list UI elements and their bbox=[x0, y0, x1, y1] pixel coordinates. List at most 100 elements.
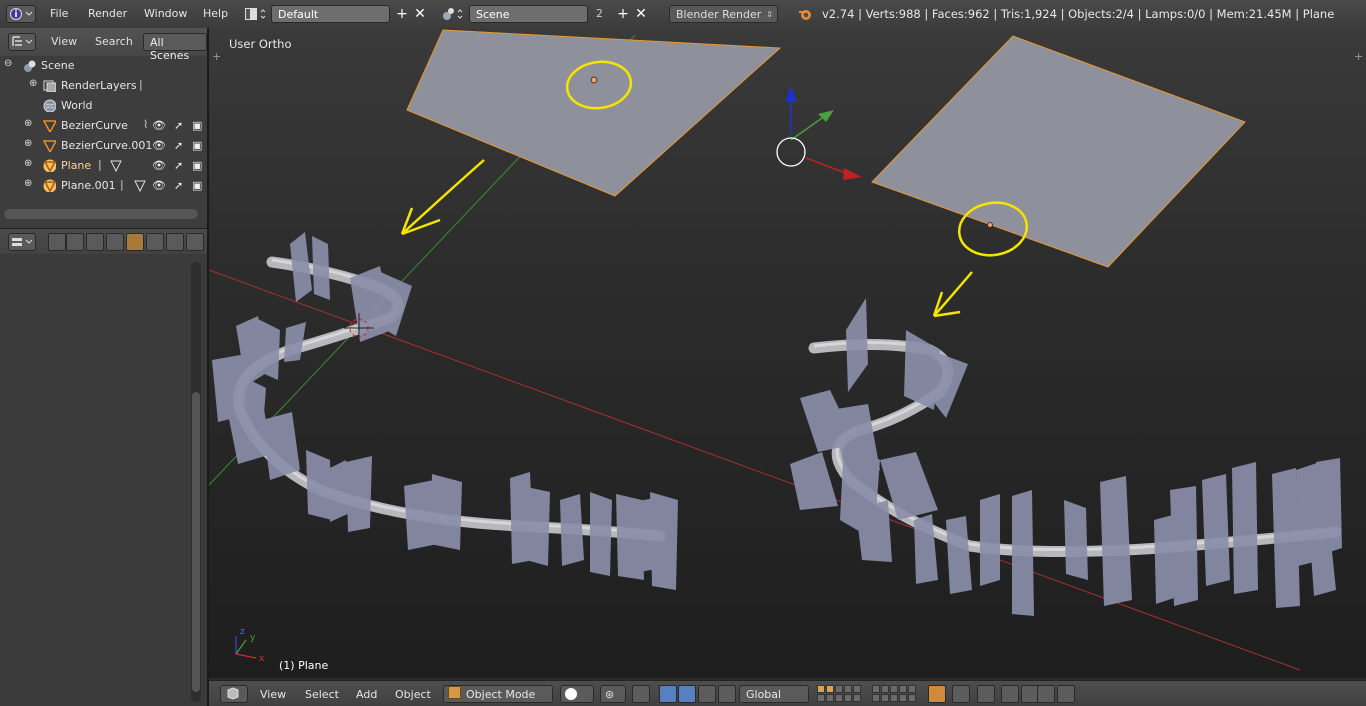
eye-icon[interactable]: 👁 bbox=[152, 139, 166, 152]
delete-screen-icon[interactable]: ✕ bbox=[411, 5, 429, 23]
render-camera-icon[interactable]: ▣ bbox=[192, 119, 202, 132]
viewport-shading-select[interactable] bbox=[560, 685, 594, 703]
outliner-item-plane[interactable]: ⊕ Plane | 👁 ➚ ▣ bbox=[0, 156, 208, 176]
menu-view[interactable]: View bbox=[260, 688, 286, 701]
layer-grid-a[interactable] bbox=[817, 685, 861, 702]
menu-render[interactable]: Render bbox=[88, 7, 127, 20]
manipulator-circle bbox=[776, 137, 806, 167]
layer-grid-b[interactable] bbox=[872, 685, 916, 702]
menu-file[interactable]: File bbox=[50, 7, 68, 20]
outliner-item-scene[interactable]: ⊖ Scene bbox=[0, 56, 208, 76]
cube-icon bbox=[227, 687, 239, 700]
outliner-editor-icon[interactable] bbox=[8, 33, 36, 51]
outliner-item-beziercurve[interactable]: ⊕ BezierCurve ⌇ 👁 ➚ ▣ bbox=[0, 116, 208, 136]
expand-icon[interactable]: ⊕ bbox=[29, 78, 37, 89]
plane-origin-point bbox=[590, 76, 598, 84]
translate-manipulator-icon[interactable] bbox=[659, 685, 677, 703]
move-arrow-icon[interactable] bbox=[678, 685, 696, 703]
expand-icon[interactable]: ⊕ bbox=[24, 118, 32, 129]
delete-scene-icon[interactable]: ✕ bbox=[632, 5, 650, 23]
object-tab-icon[interactable] bbox=[126, 233, 144, 251]
screen-layout-field[interactable]: Default bbox=[271, 5, 390, 23]
render-camera-icon[interactable]: ▣ bbox=[192, 139, 202, 152]
mesh-data-icon bbox=[110, 160, 122, 172]
modifiers-tab-icon[interactable] bbox=[166, 233, 184, 251]
manipulator-toggle-icon[interactable] bbox=[632, 685, 650, 703]
object-mode-icon bbox=[448, 686, 461, 699]
render-camera-icon[interactable]: ▣ bbox=[192, 179, 202, 192]
menu-add[interactable]: Add bbox=[356, 688, 377, 701]
properties-panel bbox=[0, 254, 208, 706]
cursor-icon[interactable]: ➚ bbox=[174, 159, 183, 172]
render-animation-icon[interactable] bbox=[1057, 685, 1075, 703]
transform-orientation-select[interactable]: Global bbox=[739, 685, 809, 703]
outliner-search-menu[interactable]: Search bbox=[95, 35, 133, 48]
render-camera-icon[interactable]: ▣ bbox=[192, 159, 202, 172]
scene-tab-icon[interactable] bbox=[86, 233, 104, 251]
mesh-object-icon bbox=[43, 159, 56, 172]
outliner-item-world[interactable]: World bbox=[0, 96, 208, 116]
constraints-tab-icon[interactable] bbox=[146, 233, 164, 251]
add-scene-icon[interactable]: + bbox=[614, 5, 632, 23]
scrollbar-thumb[interactable] bbox=[192, 392, 200, 692]
viewport-plus-icon[interactable]: + bbox=[212, 50, 221, 63]
outliner-item-plane-001[interactable]: ⊕ Plane.001 | 👁 ➚ ▣ bbox=[0, 176, 208, 196]
scale-manipulator-icon[interactable] bbox=[718, 685, 736, 703]
proportional-edit-icon[interactable] bbox=[977, 685, 995, 703]
renderlayers-icon bbox=[43, 80, 56, 92]
cursor-icon[interactable]: ➚ bbox=[174, 179, 183, 192]
renderlayers-tab-icon[interactable] bbox=[66, 233, 84, 251]
menu-object[interactable]: Object bbox=[395, 688, 431, 701]
expand-icon[interactable]: ⊕ bbox=[24, 138, 32, 149]
outliner-item-beziercurve-001[interactable]: ⊕ BezierCurve.001 👁 ➚ ▣ bbox=[0, 136, 208, 156]
mode-select[interactable]: Object Mode bbox=[443, 685, 553, 703]
menu-help[interactable]: Help bbox=[203, 7, 228, 20]
viewport-scene: z y x bbox=[209, 29, 1342, 671]
eye-icon[interactable]: 👁 bbox=[152, 179, 166, 192]
z-axis-label: z bbox=[240, 627, 245, 637]
outliner-item-label: RenderLayers bbox=[61, 79, 137, 92]
x-axis-label: x bbox=[259, 654, 265, 664]
render-image-icon[interactable] bbox=[1037, 685, 1055, 703]
pivot-point-select[interactable]: ⊛ bbox=[600, 685, 626, 703]
eye-icon[interactable]: 👁 bbox=[152, 159, 166, 172]
render-engine-select[interactable]: Blender Render ⇕ bbox=[669, 5, 778, 23]
properties-scrollbar[interactable] bbox=[191, 262, 201, 702]
outliner-item-renderlayers[interactable]: ⊕ RenderLayers | bbox=[0, 76, 208, 96]
render-only-icon[interactable] bbox=[952, 685, 970, 703]
pivot-icon: ⊛ bbox=[605, 688, 615, 701]
world-tab-icon[interactable] bbox=[106, 233, 124, 251]
collapse-icon[interactable]: ⊖ bbox=[4, 58, 12, 69]
particle-cards bbox=[212, 232, 678, 590]
scene-icon[interactable] bbox=[440, 5, 466, 23]
menu-window[interactable]: Window bbox=[144, 7, 187, 20]
3d-viewport[interactable]: z y x bbox=[209, 28, 1366, 678]
outliner-horizontal-scrollbar[interactable] bbox=[4, 209, 198, 219]
outliner-tree: ⊖ Scene ⊕ RenderLayers | World ⊕ BezierC… bbox=[0, 56, 208, 206]
curve-data-icon: ⌇ bbox=[143, 118, 149, 131]
render-tab-icon[interactable] bbox=[48, 233, 66, 251]
expand-icon[interactable]: ⊕ bbox=[24, 178, 32, 189]
mesh-object-icon bbox=[43, 179, 56, 192]
cursor-icon[interactable]: ➚ bbox=[174, 119, 183, 132]
snap-icon[interactable] bbox=[1001, 685, 1019, 703]
cursor-icon[interactable]: ➚ bbox=[174, 139, 183, 152]
scene-field[interactable]: Scene bbox=[469, 5, 588, 23]
screen-layout-icon[interactable] bbox=[242, 5, 268, 23]
lock-layers-icon[interactable] bbox=[928, 685, 946, 703]
info-header: File Render Window Help Default + ✕ Scen… bbox=[0, 0, 1366, 29]
annotation-arrow bbox=[933, 271, 973, 317]
menu-select[interactable]: Select bbox=[305, 688, 339, 701]
data-tab-icon[interactable] bbox=[186, 233, 204, 251]
outliner-view-menu[interactable]: View bbox=[51, 35, 77, 48]
z-arrow bbox=[785, 86, 797, 102]
info-editor-icon[interactable] bbox=[6, 5, 36, 23]
add-screen-icon[interactable]: + bbox=[393, 5, 411, 23]
properties-editor-icon[interactable] bbox=[8, 233, 36, 251]
rotate-manipulator-icon[interactable] bbox=[698, 685, 716, 703]
expand-icon[interactable]: ⊕ bbox=[24, 158, 32, 169]
eye-icon[interactable]: 👁 bbox=[152, 119, 166, 132]
viewport-plus-icon-right[interactable]: + bbox=[1354, 50, 1363, 63]
editor-type-select[interactable] bbox=[220, 685, 248, 703]
outliner-display-mode-select[interactable]: All Scenes bbox=[143, 33, 207, 62]
